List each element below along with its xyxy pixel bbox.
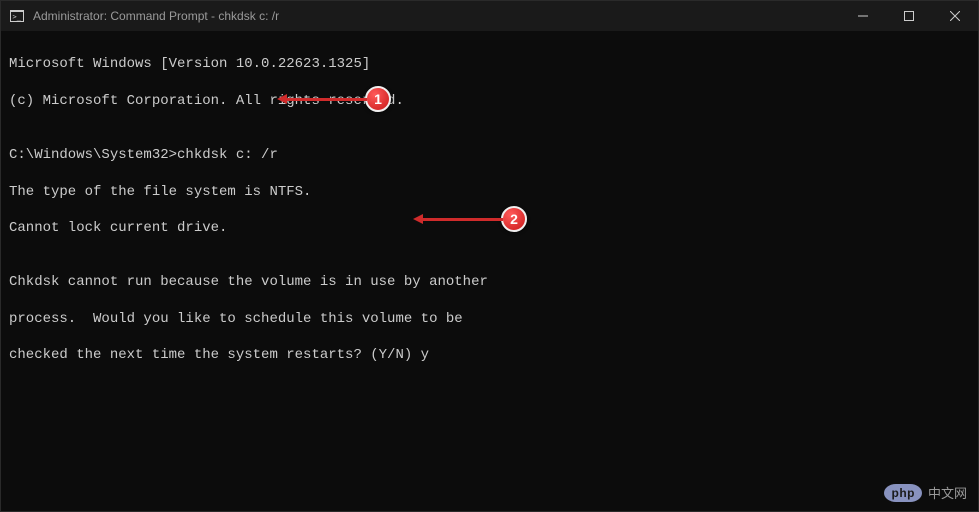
window-controls xyxy=(840,1,978,31)
window-title: Administrator: Command Prompt - chkdsk c… xyxy=(33,9,840,23)
php-logo: php xyxy=(884,484,922,502)
output-line: (c) Microsoft Corporation. All rights re… xyxy=(9,92,970,110)
minimize-button[interactable] xyxy=(840,1,886,31)
output-line: process. Would you like to schedule this… xyxy=(9,310,970,328)
scrollbar[interactable] xyxy=(964,63,976,509)
watermark: php 中文网 xyxy=(884,483,967,502)
command-prompt-window: >_ Administrator: Command Prompt - chkds… xyxy=(0,0,979,512)
output-line: checked the next time the system restart… xyxy=(9,346,970,364)
maximize-button[interactable] xyxy=(886,1,932,31)
terminal-output[interactable]: Microsoft Windows [Version 10.0.22623.13… xyxy=(1,31,978,511)
prompt-line: C:\Windows\System32>chkdsk c: /r xyxy=(9,146,970,164)
cmd-icon: >_ xyxy=(9,8,25,24)
titlebar[interactable]: >_ Administrator: Command Prompt - chkds… xyxy=(1,1,978,31)
output-line: Cannot lock current drive. xyxy=(9,219,970,237)
output-line: Chkdsk cannot run because the volume is … xyxy=(9,273,970,291)
watermark-text: 中文网 xyxy=(928,483,967,502)
output-line: Microsoft Windows [Version 10.0.22623.13… xyxy=(9,55,970,73)
output-line: The type of the file system is NTFS. xyxy=(9,183,970,201)
svg-text:>_: >_ xyxy=(13,13,22,21)
close-button[interactable] xyxy=(932,1,978,31)
